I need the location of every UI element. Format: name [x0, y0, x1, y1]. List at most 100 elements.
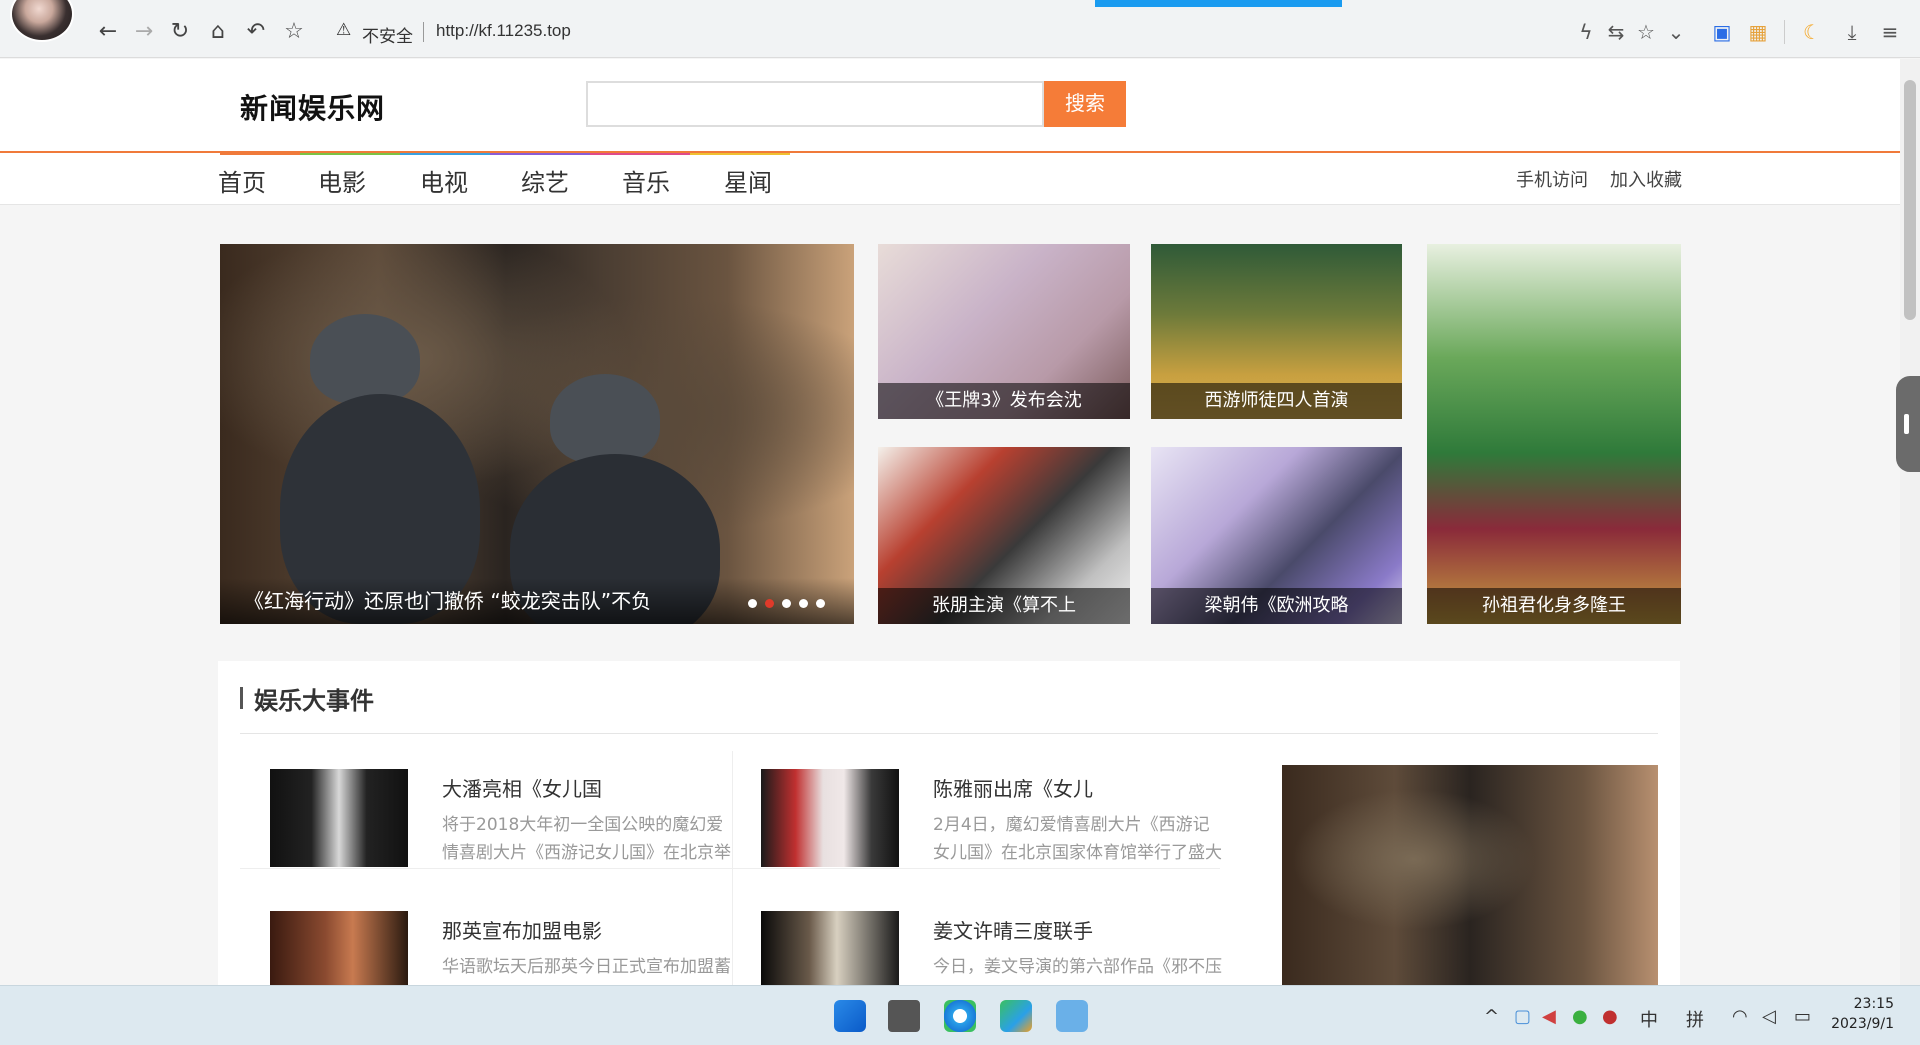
ime-language[interactable]: 中 [1640, 1006, 1658, 1032]
mobile-access-link[interactable]: 手机访问 [1516, 166, 1588, 192]
browser-app-icon[interactable] [944, 1000, 976, 1032]
news-thumbnail[interactable] [761, 769, 899, 867]
news-title[interactable]: 姜文许晴三度联手 [933, 915, 1093, 944]
hero-figure [310, 314, 420, 404]
slider-dot[interactable] [816, 599, 825, 608]
search-button[interactable]: 搜索 [1044, 81, 1126, 127]
featured-image[interactable] [1282, 765, 1658, 985]
news-thumbnail[interactable] [761, 911, 899, 985]
apps-grid-icon[interactable]: ▦ [1746, 20, 1770, 44]
nav-home[interactable]: 首页 [218, 163, 266, 198]
news-title[interactable]: 那英宣布加盟电影 [442, 915, 602, 944]
news-tile[interactable]: 西游师徒四人首演 [1151, 244, 1402, 419]
tile-caption[interactable]: 西游师徒四人首演 [1151, 383, 1402, 419]
tray-expand-icon[interactable]: ^ [1484, 1006, 1499, 1027]
news-item[interactable]: 大潘亮相《女儿国 将于2018大年初一全国公映的魔幻爱情喜剧大片《西游记女儿国》… [270, 769, 750, 889]
tray-app-icon[interactable]: ▢ [1514, 1006, 1531, 1027]
news-item[interactable]: 那英宣布加盟电影 华语歌坛天后那英今日正式宣布加盟蓄 [270, 911, 750, 985]
reload-icon[interactable]: ↻ [166, 18, 194, 46]
home-icon[interactable]: ⌂ [204, 18, 232, 46]
tile-caption[interactable]: 张朋主演《算不上 [878, 588, 1130, 624]
windows-taskbar: ^ ▢ ◀ ● ● 中 拼 ◠ ◁ ▭ 23:15 2023/9/1 [0, 985, 1920, 1045]
nav-accent [400, 153, 490, 155]
translate-icon[interactable]: ▣ [1710, 20, 1734, 44]
forward-icon[interactable]: → [130, 18, 158, 46]
chat-app-icon[interactable] [1056, 1000, 1088, 1032]
slider-dot[interactable] [748, 599, 757, 608]
lightning-icon[interactable]: ϟ [1574, 20, 1598, 44]
slider-dot[interactable] [782, 599, 791, 608]
slider-dot-active[interactable] [765, 599, 774, 608]
nav-accent [300, 153, 400, 155]
nav-star-news[interactable]: 星闻 [724, 163, 772, 198]
row-divider [240, 868, 1220, 869]
nav-variety[interactable]: 综艺 [521, 163, 569, 198]
web-page: 新闻娱乐网 搜索 首页 电影 电视 综艺 音乐 星闻 手机访问 加入收藏 《红海… [0, 59, 1900, 985]
chevron-down-icon[interactable]: ⌄ [1664, 20, 1688, 44]
news-summary: 2月4日，魔幻爱情喜剧大片《西游记女儿国》在北京国家体育馆举行了盛大 [933, 815, 1222, 863]
news-title[interactable]: 大潘亮相《女儿国 [442, 773, 602, 802]
news-tile[interactable]: 《王牌3》发布会沈 [878, 244, 1130, 419]
security-label[interactable]: 不安全 [362, 22, 413, 47]
clock-date: 2023/9/1 [1831, 1016, 1894, 1032]
toolbar-divider [1784, 20, 1785, 44]
news-tile[interactable]: 张朋主演《算不上 [878, 447, 1130, 624]
star-icon[interactable]: ☆ [280, 18, 308, 46]
share-icon[interactable]: ⇆ [1604, 20, 1628, 44]
profile-avatar[interactable] [10, 0, 74, 42]
nav-accent [490, 153, 590, 155]
news-tile[interactable]: 梁朝伟《欧洲攻略 [1151, 447, 1402, 624]
system-clock[interactable]: 23:15 2023/9/1 [1831, 994, 1894, 1034]
battery-icon[interactable]: ▭ [1794, 1006, 1811, 1027]
windows-start-icon[interactable] [834, 1000, 866, 1032]
qq-icon[interactable]: ● [1602, 1006, 1618, 1027]
media-player-icon[interactable] [1000, 1000, 1032, 1032]
news-summary: 今日，姜文导演的第六部作品《邪不压 [933, 957, 1222, 977]
slider-dot[interactable] [799, 599, 808, 608]
hero-figure [550, 374, 660, 464]
tray-volume-app-icon[interactable]: ◀ [1542, 1006, 1556, 1027]
news-title[interactable]: 陈雅丽出席《女儿 [933, 773, 1093, 802]
tile-caption[interactable]: 《王牌3》发布会沈 [878, 383, 1130, 419]
tile-caption[interactable]: 孙祖君化身多隆王 [1427, 588, 1681, 624]
news-item[interactable]: 陈雅丽出席《女儿 2月4日，魔幻爱情喜剧大片《西游记女儿国》在北京国家体育馆举行… [761, 769, 1241, 889]
news-item[interactable]: 姜文许晴三度联手 今日，姜文导演的第六部作品《邪不压 [761, 911, 1241, 985]
nav-movie[interactable]: 电影 [318, 163, 366, 198]
url-divider [423, 22, 424, 42]
wifi-icon[interactable]: ◠ [1732, 1006, 1748, 1027]
back-icon[interactable]: ← [94, 18, 122, 46]
wechat-icon[interactable]: ● [1572, 1006, 1588, 1027]
url-text[interactable]: http://kf.11235.top [436, 21, 571, 41]
news-summary: 华语歌坛天后那英今日正式宣布加盟蓄 [442, 957, 731, 977]
hero-caption[interactable]: 《红海行动》还原也门撤侨 “蛟龙突击队”不负 [220, 578, 854, 624]
news-thumbnail[interactable] [270, 769, 408, 867]
loading-progress-bar [1095, 0, 1342, 7]
night-mode-icon[interactable]: ☾ [1800, 20, 1824, 44]
news-thumbnail[interactable] [270, 911, 408, 985]
section-divider [240, 733, 1658, 734]
search-input[interactable] [586, 81, 1044, 127]
menu-icon[interactable]: ≡ [1878, 20, 1902, 44]
main-nav: 首页 电影 电视 综艺 音乐 星闻 手机访问 加入收藏 [0, 153, 1900, 205]
ime-mode[interactable]: 拼 [1686, 1006, 1704, 1032]
tile-caption[interactable]: 梁朝伟《欧洲攻略 [1151, 588, 1402, 624]
site-logo[interactable]: 新闻娱乐网 [240, 87, 385, 127]
news-summary: 将于2018大年初一全国公映的魔幻爱情喜剧大片《西游记女儿国》在北京举 [442, 815, 731, 863]
nav-accent [220, 153, 300, 155]
undo-icon[interactable]: ↶ [242, 18, 270, 46]
hero-slider[interactable]: 《红海行动》还原也门撤侨 “蛟龙突击队”不负 [220, 244, 854, 624]
nav-tv[interactable]: 电视 [420, 163, 468, 198]
favorite-star-icon[interactable]: ☆ [1634, 20, 1658, 44]
nav-music[interactable]: 音乐 [622, 163, 670, 198]
side-panel-handle[interactable] [1896, 376, 1920, 472]
clock-time: 23:15 [1853, 996, 1894, 1012]
warning-icon[interactable]: ⚠ [336, 20, 351, 40]
scrollbar-thumb[interactable] [1904, 80, 1916, 320]
task-view-icon[interactable] [888, 1000, 920, 1032]
download-icon[interactable]: ⤓ [1840, 20, 1864, 44]
add-bookmark-link[interactable]: 加入收藏 [1610, 166, 1682, 192]
section-title: 娱乐大事件 [254, 687, 374, 715]
entertainment-events-section: 娱乐大事件 大潘亮相《女儿国 将于2018大年初一全国公映的魔幻爱情喜剧大片《西… [218, 661, 1680, 985]
news-tile[interactable]: 孙祖君化身多隆王 [1427, 244, 1681, 624]
speaker-icon[interactable]: ◁ [1762, 1006, 1776, 1027]
